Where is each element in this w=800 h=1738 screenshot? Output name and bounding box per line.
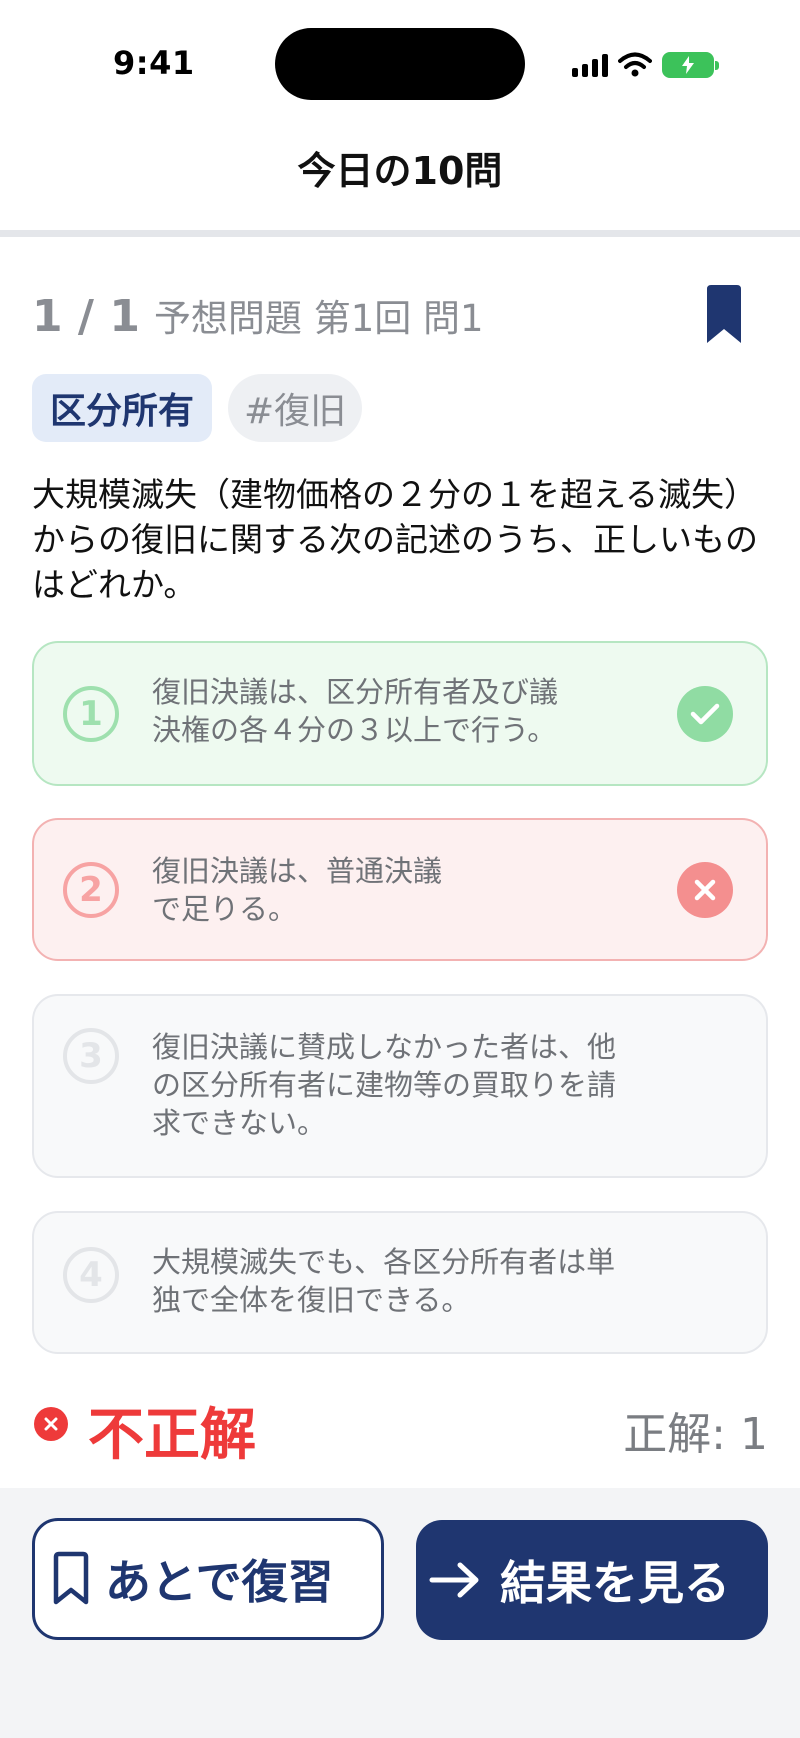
review-later-label: あとで復習	[105, 1555, 334, 1609]
question-meta: 1 / 1 予想問題 第1回 問1	[32, 288, 484, 342]
tag-category: 区分所有	[32, 374, 213, 442]
battery-icon	[662, 52, 719, 78]
option-text: 復旧決議は、区分所有者及び議 決権の各４分の３以上で行う。	[152, 675, 559, 747]
question-index: 1 / 1	[32, 291, 140, 342]
option-1[interactable]: 1 復旧決議は、区分所有者及び議 決権の各４分の３以上で行う。	[32, 641, 768, 786]
option-text: 復旧決議に賛成しなかった者は、他 の区分所有者に建物等の買取りを請 求できない。	[152, 1030, 617, 1140]
correct-answer: 正解: 1	[623, 1409, 768, 1460]
check-icon	[677, 686, 733, 742]
option-number: 4	[63, 1247, 119, 1303]
status-bar: 9:41	[0, 0, 800, 120]
question-tags: 区分所有 #復旧	[32, 374, 363, 442]
option-number: 1	[63, 686, 119, 742]
system-icons	[572, 48, 719, 82]
result-label: 不正解	[88, 1403, 256, 1468]
cellular-signal-icon	[572, 53, 608, 77]
option-text: 復旧決議は、普通決議 で足りる。	[152, 854, 443, 926]
option-number: 3	[63, 1028, 119, 1084]
option-2[interactable]: 2 復旧決議は、普通決議 で足りる。	[32, 818, 768, 961]
tag-keyword: #復旧	[228, 374, 363, 442]
dynamic-island	[275, 28, 525, 100]
option-3[interactable]: 3 復旧決議に賛成しなかった者は、他 の区分所有者に建物等の買取りを請 求できな…	[32, 994, 768, 1178]
option-number: 2	[63, 862, 119, 918]
nav-divider	[0, 230, 800, 237]
wifi-icon	[618, 52, 652, 77]
incorrect-icon	[34, 1407, 68, 1441]
option-text: 大規模滅失でも、各区分所有者は単 独で全体を復旧できる。	[152, 1245, 616, 1317]
review-later-button[interactable]: あとで復習	[32, 1518, 384, 1640]
arrow-right-icon	[429, 1562, 479, 1598]
bookmark-outline-icon	[53, 1551, 89, 1605]
see-results-label: 結果を見る	[500, 1556, 730, 1610]
status-time: 9:41	[113, 44, 195, 82]
question-source: 予想問題 第1回 問1	[153, 297, 484, 340]
see-results-button[interactable]: 結果を見る	[416, 1520, 768, 1640]
nav-title: 今日の10問	[297, 149, 503, 193]
option-4[interactable]: 4 大規模滅失でも、各区分所有者は単 独で全体を復旧できる。	[32, 1211, 768, 1354]
question-text: 大規模滅失（建物価格の２分の１を超える滅失）からの復旧に関する次の記述のうち、正…	[32, 475, 758, 604]
cross-icon	[677, 862, 733, 918]
bookmark-icon[interactable]	[705, 285, 743, 343]
